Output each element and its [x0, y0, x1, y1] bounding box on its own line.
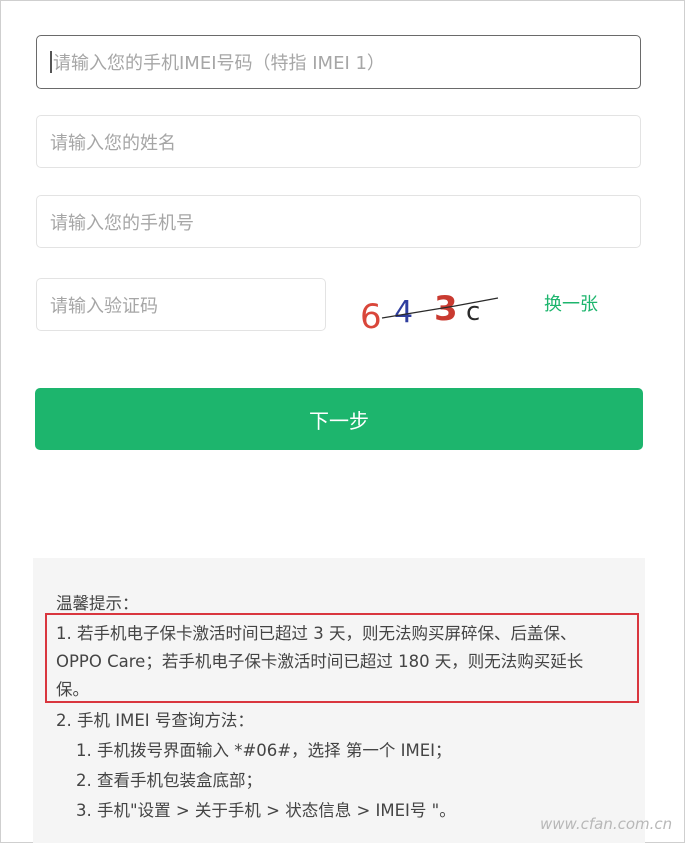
- captcha-image[interactable]: 6 4 3 c: [360, 282, 500, 334]
- name-input[interactable]: 请输入您的姓名: [36, 115, 641, 168]
- captcha-char-2: 4: [394, 295, 413, 330]
- tip-2-step-1: 1. 手机拨号界面输入 *#06#，选择 第一个 IMEI；: [76, 741, 452, 760]
- refresh-captcha-link[interactable]: 换一张: [544, 290, 598, 316]
- text-caret: [50, 51, 52, 73]
- next-step-button[interactable]: 下一步: [35, 388, 643, 450]
- name-placeholder: 请输入您的姓名: [50, 132, 176, 154]
- phone-placeholder: 请输入您的手机号: [50, 212, 194, 234]
- phone-input[interactable]: 请输入您的手机号: [36, 195, 641, 248]
- imei-placeholder: 请输入您的手机IMEI号码（特指 IMEI 1）: [53, 53, 385, 74]
- highlight-annotation-box: [45, 613, 639, 703]
- tip-2-title: 2. 手机 IMEI 号查询方法：: [56, 711, 254, 730]
- imei-input[interactable]: 请输入您的手机IMEI号码（特指 IMEI 1）: [36, 35, 641, 89]
- tip-2-step-3: 3. 手机"设置 > 关于手机 > 状态信息 > IMEI号 "。: [76, 801, 456, 820]
- captcha-placeholder: 请输入验证码: [50, 295, 158, 317]
- tip-2-step-2: 2. 查看手机包装盒底部；: [76, 771, 262, 790]
- captcha-char-1: 6: [360, 297, 382, 334]
- captcha-input[interactable]: 请输入验证码: [36, 278, 326, 331]
- watermark: www.cfan.com.cn: [540, 815, 673, 833]
